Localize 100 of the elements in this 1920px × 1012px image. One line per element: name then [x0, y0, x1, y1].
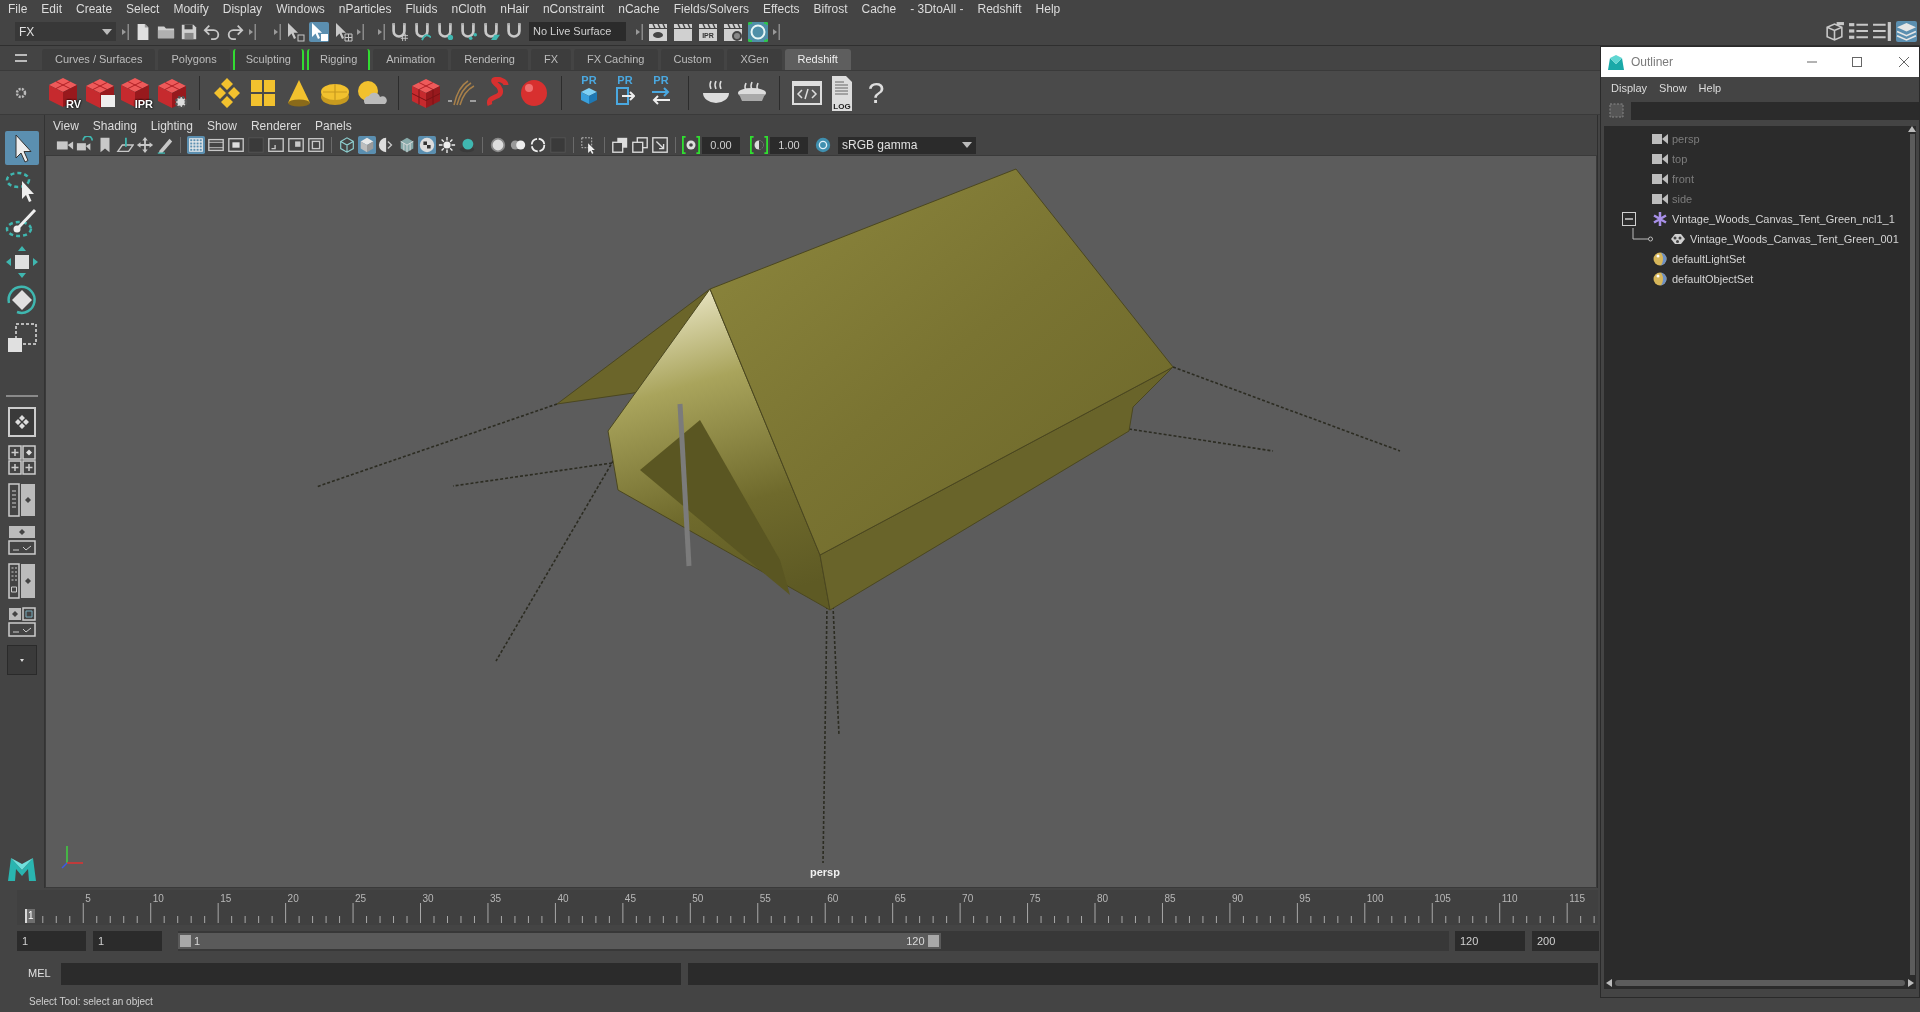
help-button[interactable]: ? [864, 74, 888, 111]
view-transform-dropdown[interactable]: sRGB gamma [838, 136, 976, 154]
pencil-icon[interactable] [156, 136, 174, 154]
menu-item[interactable]: Effects [756, 0, 807, 18]
shelf-tab[interactable]: Curves / Surfaces [42, 49, 156, 70]
shelf-tab[interactable]: Animation [373, 49, 449, 70]
shelf-tab[interactable]: Sculpting [232, 49, 304, 70]
menu-item[interactable]: Show [1659, 79, 1687, 97]
shelf-tab[interactable]: Rendering [451, 49, 528, 70]
menu-item[interactable]: nHair [493, 0, 536, 18]
gate-icon[interactable] [227, 136, 245, 154]
caret-up-icon[interactable] [1908, 126, 1916, 132]
clapper-gear-icon[interactable] [723, 21, 743, 42]
cube-icon[interactable] [358, 136, 376, 154]
menu-item[interactable]: Fluids [398, 0, 445, 18]
wireframe-cube-icon[interactable] [338, 136, 356, 154]
outliner-item[interactable]: Vintage_Woods_Canvas_Tent_Green_ncl1_1 [1672, 210, 1895, 228]
layers-icon[interactable] [1896, 21, 1917, 42]
panel-menu-item[interactable]: Lighting [150, 116, 193, 135]
cursor-cube-icon[interactable] [309, 21, 329, 42]
circle-icon[interactable] [814, 136, 832, 154]
menu-item[interactable]: Create [69, 0, 120, 18]
shelf-tab[interactable]: Custom [660, 49, 725, 70]
magnet-point-icon[interactable] [436, 22, 454, 41]
collapse-handle-icon[interactable] [357, 23, 364, 40]
mixed-pane-icon[interactable] [8, 607, 36, 637]
settings-icon[interactable] [15, 86, 27, 99]
outliner-item[interactable]: Vintage_Woods_Canvas_Tent_Green_001 [1690, 230, 1899, 248]
arrow-cursor-icon[interactable] [5, 131, 39, 165]
clapper-icon[interactable] [673, 21, 693, 42]
shelf-button[interactable]: RV [47, 75, 81, 110]
exposure-field[interactable]: 0.00 [702, 136, 740, 154]
sun-icon[interactable] [438, 136, 456, 154]
menu-item[interactable]: Display [1611, 79, 1648, 97]
end-frame-field[interactable]: 200 [1532, 931, 1599, 951]
maximize-icon[interactable] [1852, 57, 1862, 67]
slider-handle-icon[interactable] [180, 935, 191, 947]
sphere-icon[interactable] [489, 136, 507, 154]
menu-item[interactable]: Modify [166, 0, 216, 18]
collapse-handle-icon[interactable] [636, 23, 643, 40]
start-frame-field[interactable]: 1 [17, 931, 86, 951]
list-handle-icon[interactable] [1872, 21, 1893, 42]
horizontal-scrollbar[interactable] [1604, 977, 1916, 989]
side-list-pane-icon[interactable] [8, 483, 36, 517]
range-slider-track[interactable]: 1 120 [178, 931, 1449, 951]
framed-square-icon[interactable] [287, 136, 305, 154]
single-pane-icon[interactable] [8, 407, 36, 437]
collapse-handle-icon[interactable] [122, 23, 129, 40]
outliner-item[interactable]: side [1672, 190, 1693, 208]
panel-menu-item[interactable]: Shading [92, 116, 137, 135]
search-field[interactable] [1631, 101, 1919, 120]
nested-frame-icon[interactable] [307, 136, 325, 154]
command-input-field[interactable] [61, 962, 681, 985]
panel-menu-item[interactable]: Panels [314, 116, 352, 135]
plane-icon[interactable] [116, 136, 134, 154]
menu-item[interactable]: nParticles [331, 0, 399, 18]
menu-item[interactable]: Edit [34, 0, 70, 18]
ring-icon[interactable] [748, 21, 768, 42]
grid-icon[interactable] [187, 136, 205, 154]
sphere-shadow-icon[interactable] [458, 136, 476, 154]
collapse-handle-icon[interactable] [274, 23, 281, 40]
shelf-tab[interactable]: Rigging [306, 49, 371, 70]
panel-menu-item[interactable]: Renderer [250, 116, 301, 135]
scale-icon[interactable] [5, 321, 39, 355]
outliner-item[interactable]: defaultObjectSet [1672, 270, 1754, 288]
magnet-grid-icon[interactable] [390, 22, 408, 41]
menu-item[interactable]: Bifrost [806, 0, 855, 18]
cube-tool-icon[interactable] [1824, 21, 1845, 42]
cube-gear-icon[interactable] [156, 76, 188, 109]
shelf-tab[interactable]: XGen [727, 49, 782, 70]
aperture-icon[interactable] [682, 136, 700, 154]
menu-item[interactable]: nCache [611, 0, 667, 18]
menu-icon[interactable] [15, 54, 27, 62]
shelf-button[interactable]: LOG [826, 74, 858, 111]
outliner-item[interactable]: defaultLightSet [1672, 250, 1746, 268]
live-surface-field[interactable]: No Live Surface [529, 22, 626, 41]
caret-right-icon[interactable] [1908, 979, 1914, 987]
menu-item[interactable]: Cache [854, 0, 904, 18]
playback-end-field[interactable]: 120 [1455, 931, 1525, 951]
checker-icon[interactable] [418, 136, 436, 154]
vertical-scrollbar[interactable] [1908, 126, 1916, 977]
shelf-tab[interactable]: Polygons [158, 49, 230, 70]
shelf-tab[interactable]: FX [530, 49, 571, 70]
stacked-squares-icon[interactable] [611, 136, 629, 154]
collapse-handle-icon[interactable] [378, 23, 385, 40]
cube-grid-icon[interactable] [410, 76, 442, 109]
gamma-field[interactable]: 1.00 [770, 136, 808, 154]
move-arrows-icon[interactable] [5, 245, 39, 279]
shelf-tab[interactable]: Redshift [784, 49, 851, 70]
cursor-grid-icon[interactable] [333, 21, 353, 42]
menu-item[interactable]: - 3DtoAll - [903, 0, 971, 18]
menu-item[interactable]: Fields/Solvers [666, 0, 756, 18]
film-icon[interactable] [207, 136, 225, 154]
list-pane-icon[interactable] [8, 563, 36, 599]
save-icon[interactable] [180, 22, 198, 41]
collapse-handle-icon[interactable] [249, 23, 256, 40]
corners-icon[interactable] [267, 136, 285, 154]
cursor-tree-icon[interactable] [285, 21, 305, 42]
magnet-dots-icon[interactable] [459, 22, 477, 41]
panel-menu-item[interactable]: View [53, 116, 79, 135]
